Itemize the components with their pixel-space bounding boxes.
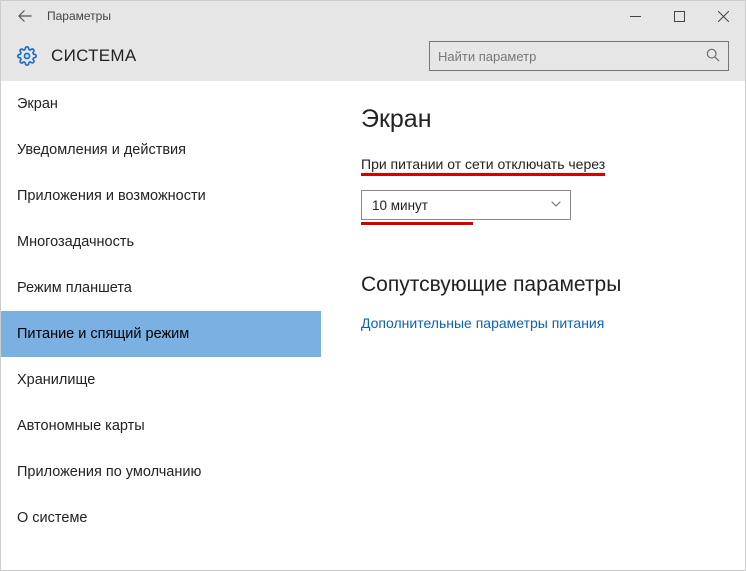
header: СИСТЕМА bbox=[1, 31, 745, 81]
maximize-icon bbox=[674, 11, 685, 22]
screen-timeout-label: При питании от сети отключать через bbox=[361, 156, 605, 176]
additional-power-link[interactable]: Дополнительные параметры питания bbox=[361, 315, 721, 331]
close-button[interactable] bbox=[701, 1, 745, 31]
sidebar-item[interactable]: О системе bbox=[1, 495, 321, 541]
chevron-down-icon bbox=[550, 198, 562, 213]
dropdown-value: 10 минут bbox=[372, 198, 428, 213]
sidebar-item[interactable]: Хранилище bbox=[1, 357, 321, 403]
sidebar-item[interactable]: Режим планшета bbox=[1, 265, 321, 311]
gear-icon bbox=[13, 46, 41, 66]
close-icon bbox=[718, 11, 729, 22]
search-icon bbox=[706, 48, 720, 65]
minimize-button[interactable] bbox=[613, 1, 657, 31]
annotation-underline bbox=[361, 222, 473, 225]
sidebar-item[interactable]: Приложения по умолчанию bbox=[1, 449, 321, 495]
titlebar: Параметры bbox=[1, 1, 745, 31]
window-title: Параметры bbox=[47, 9, 111, 23]
minimize-icon bbox=[630, 11, 641, 22]
screen-timeout-dropdown[interactable]: 10 минут bbox=[361, 190, 571, 220]
sidebar-item[interactable]: Приложения и возможности bbox=[1, 173, 321, 219]
sidebar-item[interactable]: Уведомления и действия bbox=[1, 127, 321, 173]
sidebar-item[interactable]: Автономные карты bbox=[1, 403, 321, 449]
search-input[interactable] bbox=[438, 49, 700, 64]
back-button[interactable] bbox=[11, 1, 39, 31]
section-title: СИСТЕМА bbox=[51, 46, 137, 66]
sidebar: ЭкранУведомления и действияПриложения и … bbox=[1, 81, 321, 570]
content-pane: Экран При питании от сети отключать чере… bbox=[321, 81, 745, 570]
related-heading: Сопутсвующие параметры bbox=[361, 273, 721, 297]
maximize-button[interactable] bbox=[657, 1, 701, 31]
search-box[interactable] bbox=[429, 41, 729, 71]
arrow-left-icon bbox=[18, 9, 32, 23]
sidebar-item[interactable]: Экран bbox=[1, 81, 321, 127]
content-heading: Экран bbox=[361, 105, 721, 134]
sidebar-item[interactable]: Питание и спящий режим bbox=[1, 311, 321, 357]
sidebar-item[interactable]: Многозадачность bbox=[1, 219, 321, 265]
